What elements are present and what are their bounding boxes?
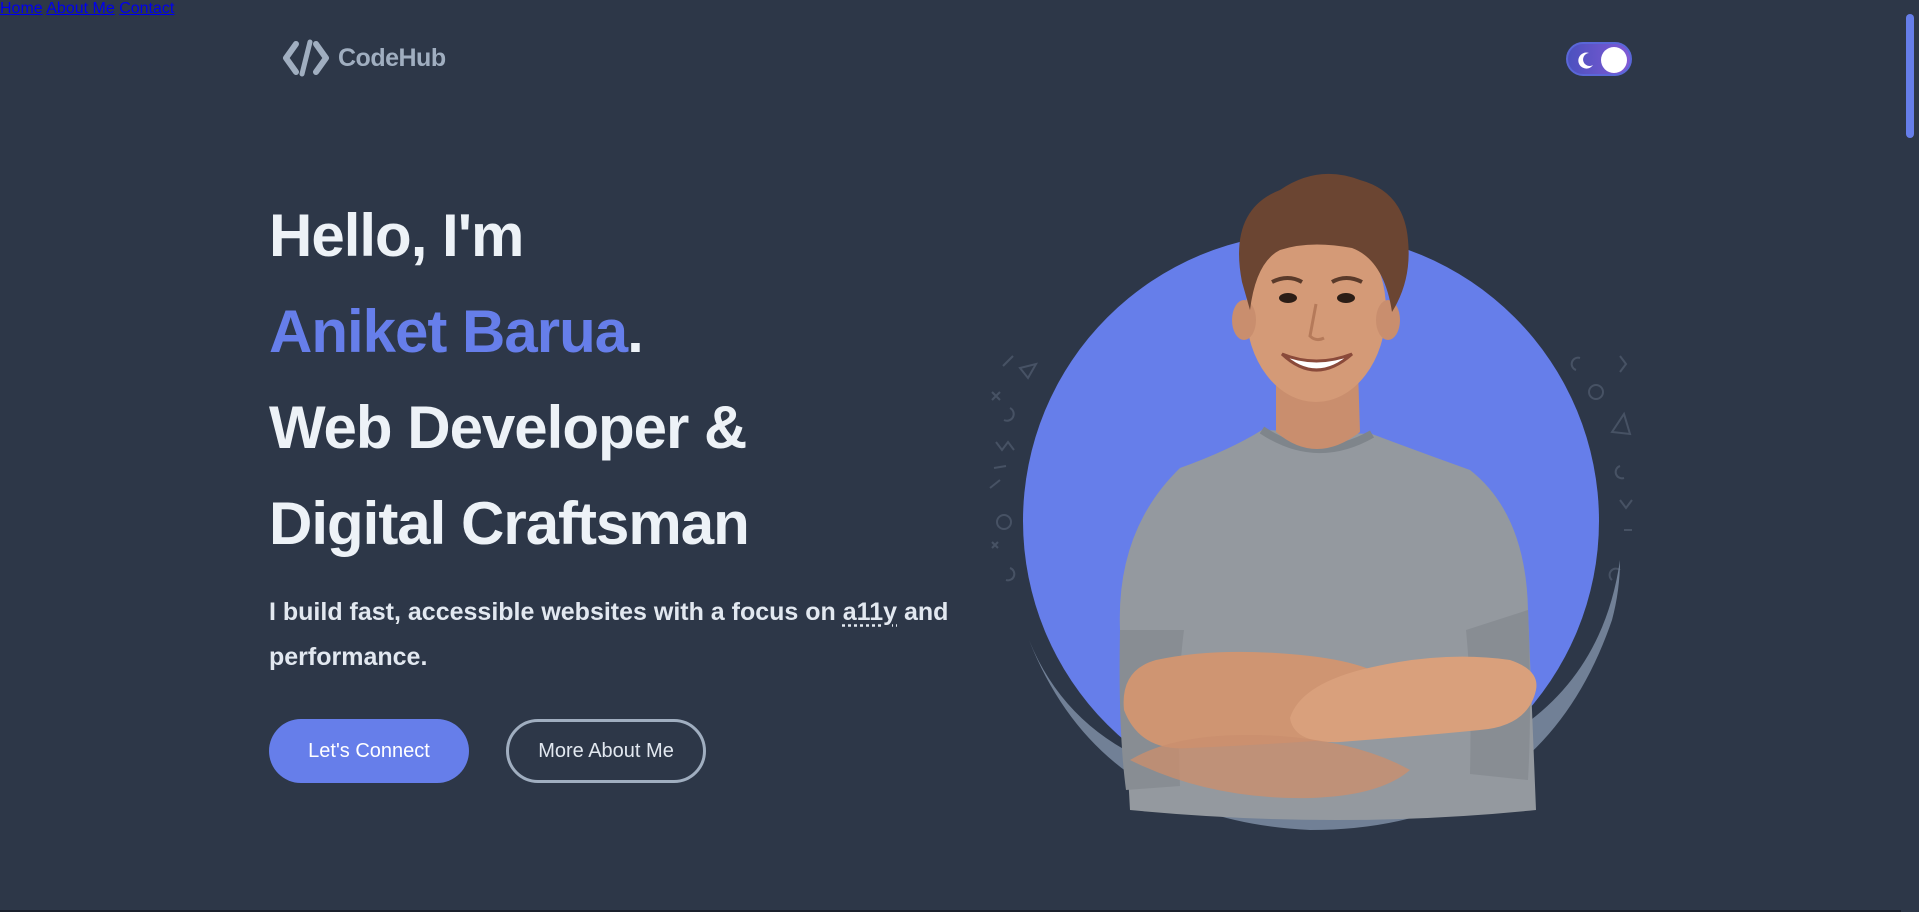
nav-about-me[interactable]: About Me [46,0,114,17]
main-nav: Home About Me Contact [0,0,1919,18]
more-about-me-button[interactable]: More About Me [506,719,706,783]
hero-name-line: Aniket Barua. [269,302,644,362]
toggle-knob [1601,47,1627,73]
code-brackets-icon [283,39,329,77]
nav-contact[interactable]: Contact [119,0,174,17]
scrollbar-thumb[interactable] [1906,14,1914,138]
brand-logo[interactable]: CodeHub [282,38,446,78]
hero-greeting: Hello, I'm [269,202,524,269]
hero-title-line2: Digital Craftsman [269,490,750,557]
hero-name-dot: . [627,298,644,365]
nav-home[interactable]: Home [0,0,43,17]
hero-title-line1: Web Developer & [269,394,747,461]
hero-name: Aniket Barua [269,298,628,365]
theme-toggle[interactable] [1566,42,1632,76]
hero-subtitle-pre: I build fast, accessible websites with a… [269,598,843,626]
brand-name: CodeHub [338,43,446,72]
hero-subtitle: I build fast, accessible websites with a… [269,590,949,680]
a11y-abbreviation[interactable]: a11y [843,598,897,626]
hero-portrait [989,173,1633,830]
lets-connect-button[interactable]: Let's Connect [269,719,469,783]
moon-icon [1578,52,1593,69]
